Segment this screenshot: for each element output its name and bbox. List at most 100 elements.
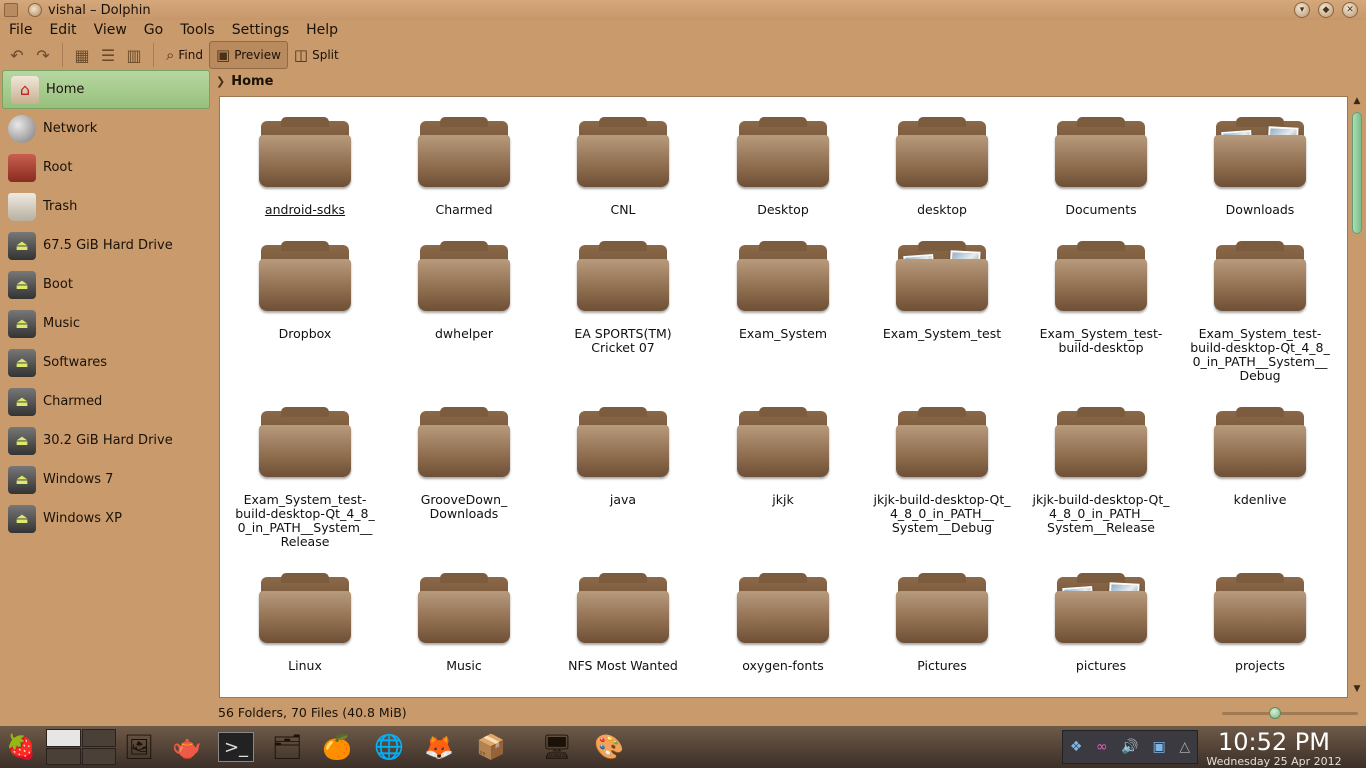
expand-tray-icon[interactable]: △ [1179, 739, 1190, 755]
folder-item[interactable]: pictures [1031, 573, 1171, 673]
folder-item[interactable]: Charmed [394, 117, 534, 217]
folder-name: kdenlive [1233, 492, 1287, 507]
screenshot-app-icon[interactable]: 🖼 [120, 729, 158, 765]
folder-item[interactable]: NFS Most Wanted [553, 573, 693, 673]
place-softwares[interactable]: ⏏ Softwares [0, 343, 212, 382]
folder-item[interactable]: Music [394, 573, 534, 673]
find-button[interactable]: ⌕ Find [160, 41, 209, 69]
place-home[interactable]: ⌂ Home [2, 70, 210, 109]
preview-button[interactable]: ▣ Preview [209, 41, 288, 69]
details-view-icon[interactable]: ☰ [95, 42, 121, 68]
folder-name: Exam_System_test- build-desktop-Qt_4_8_ … [235, 492, 375, 549]
folder-item[interactable]: kdenlive [1190, 407, 1330, 507]
menu-view[interactable]: View [94, 22, 136, 38]
window-menu-icon[interactable] [4, 3, 18, 17]
folder-item[interactable]: jkjk-build-desktop-Qt_ 4_8_0_in_PATH__ S… [1031, 407, 1171, 535]
menu-go[interactable]: Go [144, 22, 172, 38]
place-windows-7[interactable]: ⏏ Windows 7 [0, 460, 212, 499]
place-windows-xp[interactable]: ⏏ Windows XP [0, 499, 212, 538]
place-drive-67[interactable]: ⏏ 67.5 GiB Hard Drive [0, 226, 212, 265]
folder-item[interactable]: Exam_System_test [872, 241, 1012, 341]
menu-tools[interactable]: Tools [180, 22, 224, 38]
maximize-button[interactable]: ◆ [1318, 2, 1334, 18]
folder-name: jkjk-build-desktop-Qt_ 4_8_0_in_PATH__ S… [1032, 492, 1170, 535]
zoom-slider-handle[interactable] [1269, 707, 1281, 719]
pin-icon[interactable] [28, 3, 42, 17]
paint-task-icon[interactable]: 🎨 [590, 729, 628, 765]
folder-icon [1053, 117, 1149, 189]
folder-item[interactable]: Desktop [713, 117, 853, 217]
back-arrow-icon[interactable]: ↶ [4, 42, 30, 68]
network-icon[interactable]: ∞ [1096, 739, 1108, 755]
menu-edit[interactable]: Edit [49, 22, 85, 38]
folder-item[interactable]: Exam_System_test- build-desktop-Qt_4_8_ … [235, 407, 375, 549]
folder-item[interactable]: CNL [553, 117, 693, 217]
archive-icon[interactable]: 🗂 [268, 729, 306, 765]
split-button[interactable]: ◫ Split [288, 41, 345, 69]
close-button[interactable]: ✕ [1342, 2, 1358, 18]
place-root[interactable]: Root [0, 148, 212, 187]
clock[interactable]: 10:52 PM Wednesday 25 Apr 2012 [1202, 726, 1346, 768]
breadcrumb-current[interactable]: Home [231, 74, 273, 89]
zoom-slider[interactable] [1222, 707, 1358, 719]
place-charmed[interactable]: ⏏ Charmed [0, 382, 212, 421]
columns-view-icon[interactable]: ▥ [121, 42, 147, 68]
icons-view-icon[interactable]: ▦ [69, 42, 95, 68]
title-bar[interactable]: vishal – Dolphin ▾ ◆ ✕ [0, 0, 1366, 20]
chevron-right-icon[interactable]: ❯ [216, 75, 225, 88]
folder-item[interactable]: Linux [235, 573, 375, 673]
virtual-desktop-pager[interactable] [46, 729, 116, 765]
folder-name: Exam_System_test- build-desktop [1039, 326, 1163, 355]
folder-item[interactable]: EA SPORTS(TM) Cricket 07 [553, 241, 693, 355]
minimize-button[interactable]: ▾ [1294, 2, 1310, 18]
magnifier-icon: ⌕ [166, 46, 175, 64]
folder-item[interactable]: Dropbox [235, 241, 375, 341]
volume-icon[interactable]: 🔊 [1121, 739, 1138, 755]
desktop-2[interactable] [81, 729, 116, 747]
folder-item[interactable]: GrooveDown_ Downloads [394, 407, 534, 521]
place-drive-30[interactable]: ⏏ 30.2 GiB Hard Drive [0, 421, 212, 460]
scroll-up-arrow-icon[interactable]: ▲ [1350, 96, 1364, 110]
folder-item[interactable]: desktop [872, 117, 1012, 217]
folder-item[interactable]: Exam_System_test- build-desktop-Qt_4_8_ … [1190, 241, 1330, 383]
menu-help[interactable]: Help [306, 22, 347, 38]
package-manager-icon[interactable]: 📦 [472, 729, 510, 765]
desktop-4[interactable] [81, 747, 116, 765]
teapot-app-icon[interactable]: 🫖 [168, 729, 206, 765]
zoom-slider-track[interactable] [1222, 712, 1358, 715]
folder-item[interactable]: android-sdks [235, 117, 375, 217]
orange-app-icon[interactable]: 🍊 [318, 729, 356, 765]
scrollbar-thumb[interactable] [1352, 112, 1362, 234]
folder-item[interactable]: dwhelper [394, 241, 534, 341]
folder-item[interactable]: projects [1190, 573, 1330, 673]
folder-item[interactable]: Documents [1031, 117, 1171, 217]
desktop-1[interactable] [46, 729, 81, 747]
dropbox-icon[interactable]: ❖ [1070, 739, 1083, 755]
menu-file[interactable]: File [9, 22, 41, 38]
folder-view[interactable]: android-sdks Charmed CNL Desktop desktop Docu… [219, 96, 1348, 698]
folder-item[interactable]: Exam_System_test- build-desktop [1031, 241, 1171, 355]
folder-icon [257, 407, 353, 479]
folder-item[interactable]: Exam_System [713, 241, 853, 341]
place-network[interactable]: Network [0, 109, 212, 148]
menu-settings[interactable]: Settings [232, 22, 298, 38]
chromium-icon[interactable]: 🌐 [370, 729, 408, 765]
folder-item[interactable]: java [553, 407, 693, 507]
place-trash[interactable]: Trash [0, 187, 212, 226]
folder-item[interactable]: jkjk-build-desktop-Qt_ 4_8_0_in_PATH__ S… [872, 407, 1012, 535]
folder-item[interactable]: oxygen-fonts [713, 573, 853, 673]
place-music[interactable]: ⏏ Music [0, 304, 212, 343]
place-boot[interactable]: ⏏ Boot [0, 265, 212, 304]
terminal-icon[interactable]: >_ [218, 732, 254, 762]
folder-item[interactable]: Pictures [872, 573, 1012, 673]
dolphin-task-icon[interactable]: 🖥 [538, 729, 576, 765]
folder-item[interactable]: jkjk [713, 407, 853, 507]
folder-item[interactable]: Downloads [1190, 117, 1330, 217]
fox-app-icon[interactable]: 🦊 [420, 729, 458, 765]
vertical-scrollbar[interactable]: ▲ ▼ [1350, 96, 1364, 698]
forward-arrow-icon[interactable]: ↷ [30, 42, 56, 68]
scroll-down-arrow-icon[interactable]: ▼ [1350, 684, 1364, 698]
kickoff-menu-icon[interactable]: 🍓 [2, 729, 40, 765]
desktop-3[interactable] [46, 747, 81, 765]
device-notifier-icon[interactable]: ▣ [1152, 739, 1165, 755]
